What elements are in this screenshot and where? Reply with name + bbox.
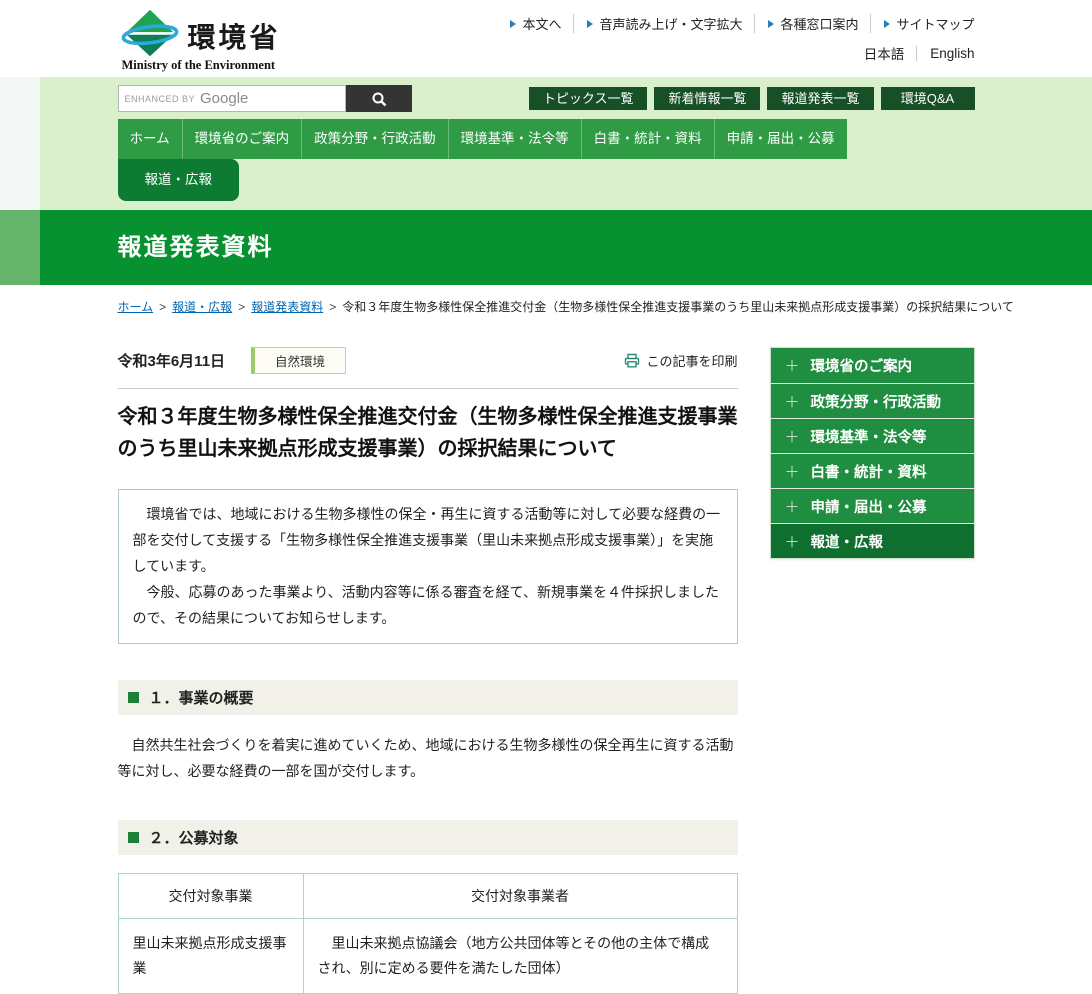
language-switch: 日本語 English	[510, 43, 975, 63]
triangle-icon	[587, 19, 594, 28]
quick-link-topics[interactable]: トピックス一覧	[528, 87, 648, 110]
moe-logo-icon	[121, 9, 178, 57]
utility-link-label: 各種窓口案内	[780, 17, 859, 32]
section-heading-label: １．事業の概要	[148, 690, 254, 708]
triangle-icon	[510, 19, 517, 28]
breadcrumb-separator: >	[238, 300, 246, 314]
link-to-content[interactable]: 本文へ	[510, 14, 561, 33]
lang-english[interactable]: English	[916, 45, 975, 61]
table-header-cell: 交付対象事業	[117, 872, 304, 919]
left-strip	[0, 77, 40, 210]
section-body: 自然共生社会づくりを着実に進めていくため、地域における生物多様性の保全再生に資す…	[117, 737, 734, 779]
plus-icon: ＋	[784, 358, 800, 375]
sidebar-item-press[interactable]: ＋ 報道・広報	[770, 523, 974, 558]
moe-logo[interactable]: 環境省 Ministry of the Environment	[118, 8, 281, 73]
triangle-icon	[768, 19, 775, 28]
sidebar-item-label: 白書・統計・資料	[810, 464, 927, 481]
breadcrumb-current: 令和３年度生物多様性保全推進交付金（生物多様性保全推進支援事業のうち里山未来拠点…	[342, 300, 1014, 314]
section-heading-overview: １．事業の概要	[117, 680, 738, 716]
table-row: 里山未来拠点形成支援事業 里山未来拠点協議会（地方公共団体等とその他の主体で構成…	[117, 917, 738, 994]
sidebar-item-label: 環境省のご案内	[810, 359, 913, 375]
summary-paragraph: 環境省では、地域における生物多様性の保全・再生に資する活動等に対して必要な経費の…	[132, 506, 721, 574]
sidebar-item-label: 申請・届出・公募	[810, 499, 927, 516]
table-cell: 里山未来拠点形成支援事業	[117, 917, 304, 994]
sidebar-item-policy[interactable]: ＋ 政策分野・行政活動	[770, 383, 974, 418]
plus-icon: ＋	[784, 428, 800, 446]
header-utility: 本文へ 音声読み上げ・文字拡大 各種窓口案内 サイトマップ 日本語 Englis…	[510, 8, 975, 63]
sidebar-item-label: 環境基準・法令等	[810, 429, 927, 446]
printer-icon	[625, 353, 640, 368]
article: 令和3年6月11日 自然環境 この記事を印刷 令和３年度生物多様性保全推進交付金…	[117, 347, 738, 994]
article-title: 令和３年度生物多様性保全推進交付金（生物多様性保全推進支援事業のうち里山未来拠点…	[117, 406, 738, 460]
sidebar-item-whitepapers[interactable]: ＋ 白書・統計・資料	[770, 453, 974, 488]
search-button[interactable]	[345, 85, 412, 112]
quick-link-qa[interactable]: 環境Q&A	[880, 87, 975, 110]
utility-link-label: 本文へ	[522, 17, 562, 32]
link-contact-guide[interactable]: 各種窓口案内	[754, 14, 858, 33]
divider	[117, 388, 738, 389]
logo-title: 環境省	[187, 22, 281, 53]
plus-icon: ＋	[784, 463, 800, 481]
breadcrumb-press-release[interactable]: 報道発表資料	[251, 300, 323, 314]
section-heading-label: ２．公募対象	[148, 829, 239, 847]
lang-japanese[interactable]: 日本語	[864, 43, 905, 63]
breadcrumb-separator: >	[159, 300, 167, 314]
section-heading-eligibility: ２．公募対象	[117, 819, 738, 855]
sidebar-item-label: 政策分野・行政活動	[810, 394, 942, 411]
article-date: 令和3年6月11日	[117, 353, 226, 370]
breadcrumb-press[interactable]: 報道・広報	[172, 300, 232, 314]
sidebar-item-label: 報道・広報	[810, 534, 884, 551]
sidebar-item-standards[interactable]: ＋ 環境基準・法令等	[770, 418, 974, 453]
header-band: ENHANCED BY Google トピックス一覧 新着情報一覧 報道発表一覧…	[0, 77, 1092, 210]
print-label: この記事を印刷	[646, 354, 738, 369]
sidebar-item-applications[interactable]: ＋ 申請・届出・公募	[770, 488, 974, 523]
quick-link-press[interactable]: 報道発表一覧	[767, 87, 874, 110]
utility-links: 本文へ 音声読み上げ・文字拡大 各種窓口案内 サイトマップ	[510, 14, 975, 33]
site-header: 環境省 Ministry of the Environment 本文へ 音声読み…	[0, 0, 1092, 77]
print-article-link[interactable]: この記事を印刷	[624, 351, 738, 370]
square-bullet-icon	[127, 831, 139, 843]
link-sitemap[interactable]: サイトマップ	[870, 14, 975, 33]
nav-item-policy[interactable]: 政策分野・行政活動	[301, 119, 448, 159]
square-bullet-icon	[127, 692, 139, 704]
quick-link-whats-new[interactable]: 新着情報一覧	[654, 87, 761, 110]
plus-icon: ＋	[784, 533, 800, 551]
breadcrumb-separator: >	[329, 300, 337, 314]
google-wordmark: Google	[200, 90, 249, 107]
article-summary-box: 環境省では、地域における生物多様性の保全・再生に資する活動等に対して必要な経費の…	[117, 489, 738, 645]
logo-subtitle: Ministry of the Environment	[121, 58, 276, 72]
nav-item-standards[interactable]: 環境基準・法令等	[447, 119, 581, 159]
table-header-cell: 交付対象事業者	[302, 872, 738, 919]
nav-item-applications[interactable]: 申請・届出・公募	[713, 119, 847, 159]
search-icon	[372, 92, 386, 106]
nav-item-home[interactable]: ホーム	[117, 119, 182, 159]
sidebar-menu: ＋環境省のご案内 ＋政策分野・行政活動 ＋環境基準・法令等 ＋白書・統計・資料 …	[769, 347, 975, 559]
page-title-band: 報道発表資料	[0, 210, 1092, 285]
table-cell: 里山未来拠点協議会（地方公共団体等とその他の主体で構成され、別に定める要件を満た…	[302, 917, 738, 994]
nav-item-whitepapers[interactable]: 白書・統計・資料	[580, 119, 714, 159]
left-strip	[0, 210, 40, 285]
enhanced-by-label: ENHANCED BY	[124, 93, 196, 104]
triangle-icon	[884, 19, 891, 28]
search-input[interactable]: ENHANCED BY Google	[117, 85, 346, 112]
breadcrumb-home[interactable]: ホーム	[118, 300, 154, 314]
quick-links: トピックス一覧 新着情報一覧 報道発表一覧 環境Q&A	[528, 87, 975, 110]
sidebar-item-about[interactable]: ＋ 環境省のご案内	[770, 348, 974, 383]
eligibility-table: 交付対象事業 交付対象事業者 里山未来拠点形成支援事業 里山未来拠点協議会（地方…	[117, 872, 738, 994]
plus-icon: ＋	[784, 393, 800, 411]
main-navigation: ホーム 環境省のご案内 政策分野・行政活動 環境基準・法令等 白書・統計・資料 …	[117, 119, 975, 201]
plus-icon: ＋	[784, 498, 800, 516]
nav-item-about[interactable]: 環境省のご案内	[181, 119, 302, 159]
utility-link-label: 音声読み上げ・文字拡大	[599, 17, 743, 32]
page: 環境省 Ministry of the Environment 本文へ 音声読み…	[0, 0, 1092, 994]
link-accessibility[interactable]: 音声読み上げ・文字拡大	[573, 14, 742, 33]
summary-paragraph: 今般、応募のあった事業より、活動内容等に係る審査を経て、新規事業を４件採択しまし…	[132, 583, 719, 626]
breadcrumb: ホーム > 報道・広報 > 報道発表資料 > 令和３年度生物多様性保全推進交付金（生物多様性…	[118, 298, 1014, 315]
category-tag[interactable]: 自然環境	[251, 347, 347, 374]
page-title: 報道発表資料	[117, 234, 274, 261]
utility-link-label: サイトマップ	[896, 17, 975, 32]
nav-tab-press-active[interactable]: 報道・広報	[117, 159, 239, 201]
